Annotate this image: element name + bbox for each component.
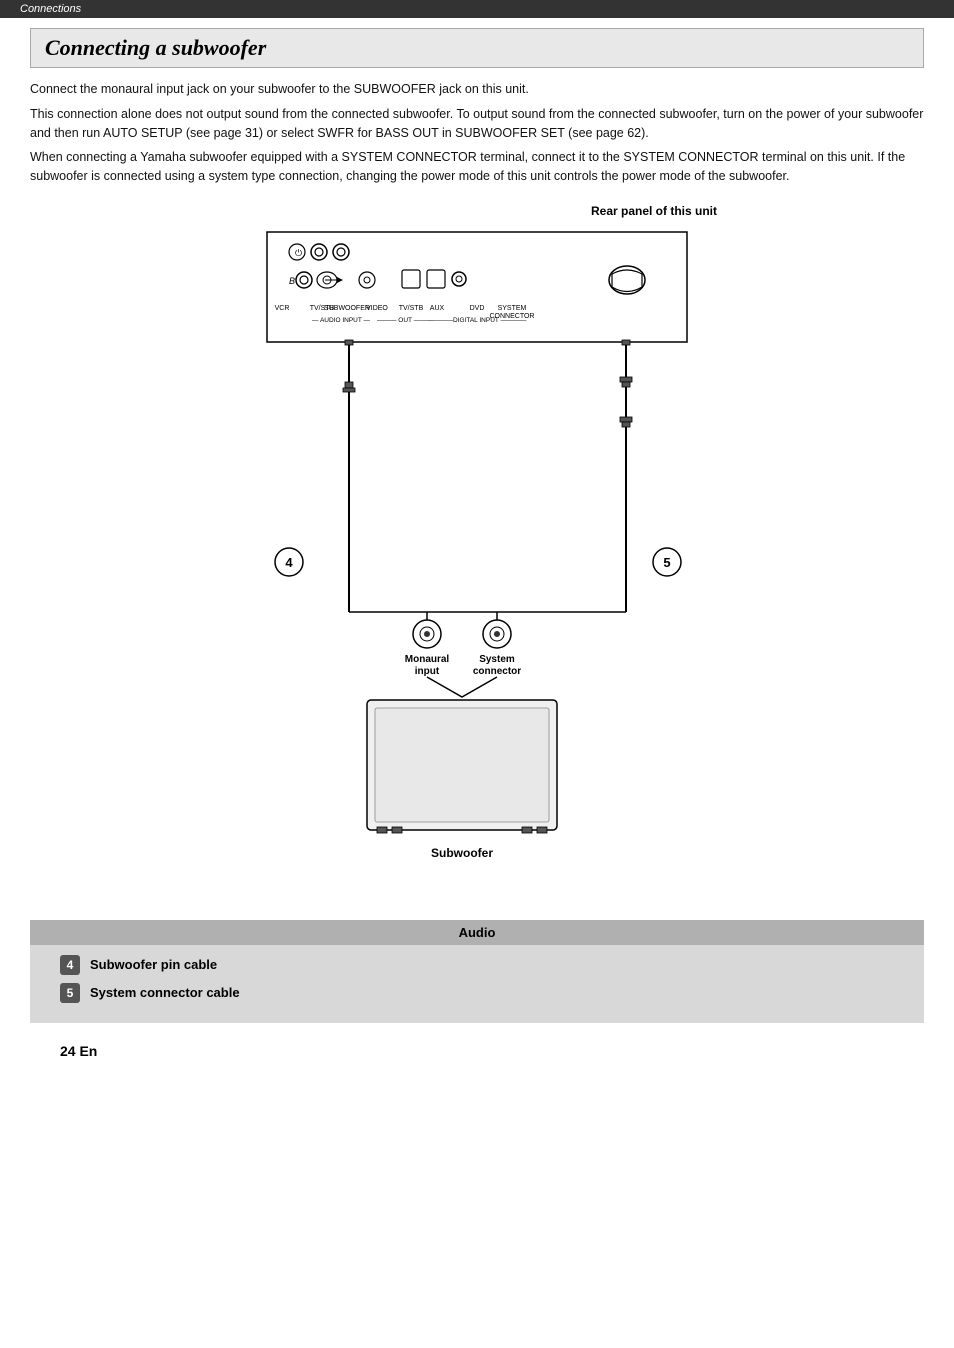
svg-text:——— OUT ———: ——— OUT ——— [377, 317, 434, 324]
svg-text:— AUDIO INPUT —: — AUDIO INPUT — [312, 317, 371, 324]
svg-text:System: System [479, 654, 515, 665]
svg-text:AUX: AUX [430, 305, 445, 312]
svg-text:4: 4 [285, 555, 293, 570]
svg-text:VIDEO: VIDEO [366, 305, 388, 312]
body-paragraph-2: This connection alone does not output so… [30, 105, 924, 143]
legend-num-4: 4 [60, 955, 80, 975]
body-paragraph-3: When connecting a Yamaha subwoofer equip… [30, 148, 924, 186]
legend-text-5: System connector cable [90, 985, 240, 1000]
svg-text:Subwoofer: Subwoofer [431, 846, 493, 860]
svg-text:VCR: VCR [275, 305, 290, 312]
diagram-area: Rear panel of this unit ⏻ B [30, 204, 924, 902]
legend-text-4: Subwoofer pin cable [90, 957, 217, 972]
svg-text:SUBWOOFER: SUBWOOFER [324, 305, 370, 312]
legend-item-4: 4 Subwoofer pin cable [60, 955, 894, 975]
body-paragraph-1: Connect the monaural input jack on your … [30, 80, 924, 99]
main-content: Connecting a subwoofer Connect the monau… [0, 28, 954, 1079]
top-bar: Connections [0, 0, 954, 18]
legend-box: Audio 4 Subwoofer pin cable 5 System con… [30, 920, 924, 1023]
svg-text:DVD: DVD [470, 305, 485, 312]
legend-title: Audio [30, 920, 924, 945]
section-title-box: Connecting a subwoofer [30, 28, 924, 68]
svg-text:SYSTEM: SYSTEM [498, 305, 527, 312]
svg-text:TV/STB: TV/STB [399, 305, 424, 312]
connection-diagram: ⏻ B [207, 222, 747, 902]
svg-text:————DIGITAL INPUT ————: ————DIGITAL INPUT ———— [427, 317, 527, 324]
svg-text:B: B [289, 276, 295, 286]
top-bar-label: Connections [20, 3, 81, 15]
legend-item-5: 5 System connector cable [60, 983, 894, 1003]
svg-text:Monaural: Monaural [405, 654, 450, 665]
svg-text:⏻: ⏻ [295, 248, 302, 258]
svg-text:5: 5 [663, 555, 670, 570]
section-title: Connecting a subwoofer [45, 35, 266, 60]
legend-num-5: 5 [60, 983, 80, 1003]
svg-text:connector: connector [473, 666, 521, 677]
svg-text:input: input [415, 666, 440, 677]
legend-items: 4 Subwoofer pin cable 5 System connector… [30, 945, 924, 1023]
rear-panel-label: Rear panel of this unit [237, 204, 717, 218]
page-number: 24 En [60, 1043, 924, 1059]
